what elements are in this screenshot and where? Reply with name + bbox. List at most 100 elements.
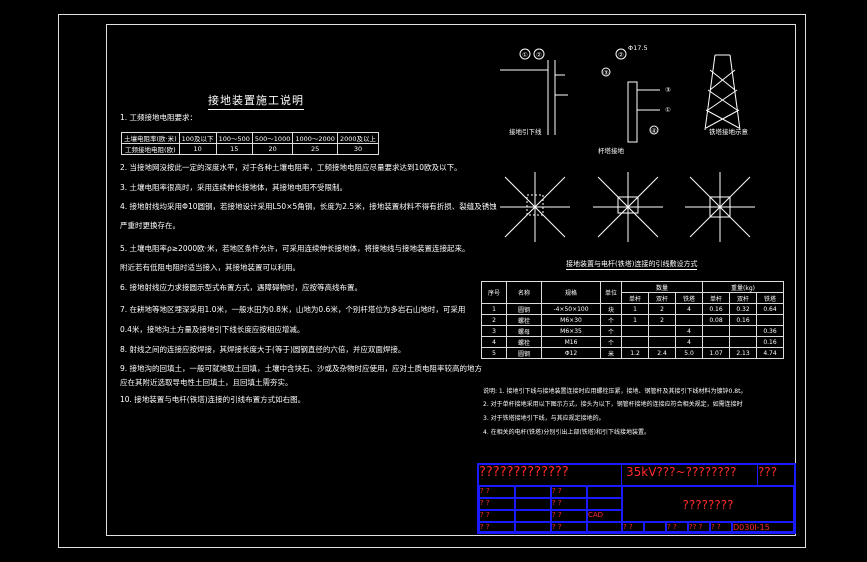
sign-label: ? ?	[479, 486, 515, 498]
company-name: ?????????????	[479, 465, 622, 486]
table-cell	[729, 336, 757, 348]
sign-blank	[515, 522, 551, 532]
fig-mark-7: ③	[665, 86, 671, 94]
drawing-number: D030I-15	[732, 522, 794, 532]
table-cell: 4	[481, 336, 507, 348]
tower-figure	[704, 54, 741, 131]
table-cell: 0.64	[756, 303, 784, 315]
table-cell	[621, 325, 649, 337]
table-cell: M6×30	[541, 314, 601, 326]
table-cell	[702, 325, 730, 337]
fig-mark-1: ①	[522, 51, 528, 59]
fig-mark-5: Φ17.5	[628, 44, 648, 52]
table-cell: 0.08	[702, 314, 730, 326]
table-cell: -4×50×100	[541, 303, 601, 315]
fig-mark-6: ②	[618, 51, 624, 59]
sign-blank	[515, 486, 551, 498]
table-cell: 米	[600, 347, 622, 359]
fig-mark-8: ①	[665, 106, 671, 114]
drawing-name: ????????	[622, 486, 794, 522]
table-cell: 1.07	[702, 347, 730, 359]
table-cell	[756, 314, 784, 326]
table-cell: 4	[675, 336, 703, 348]
table-cell: 2	[648, 303, 676, 315]
table-header: 双杆	[729, 292, 757, 304]
table-header: 单杆	[702, 292, 730, 304]
sign-blank	[515, 510, 551, 522]
fig-label-1: 接地引下线	[509, 128, 542, 136]
sign-blank	[587, 486, 622, 498]
table-cell: 4	[675, 303, 703, 315]
table-cell: 螺母	[506, 325, 542, 337]
sign-blank	[587, 498, 622, 510]
bottom-cell: ? ?	[710, 522, 732, 532]
table-header: 序号	[481, 281, 507, 304]
project-suffix: ???	[757, 465, 794, 486]
table-header: 单杆	[621, 292, 649, 304]
table-cell: 螺栓	[506, 336, 542, 348]
fig-label-3: 铁塔接地示意	[709, 128, 748, 136]
table-cell: 0.32	[729, 303, 757, 315]
table-cell: 1	[621, 303, 649, 315]
scale-cell	[644, 522, 666, 532]
table-row: 4 螺栓 M16 个 4 0.16	[481, 336, 784, 348]
materials-table: 序号 名称 规格 单位 数量 重量(kg) 单杆 双杆 铁塔 单杆 双杆 铁塔 …	[481, 281, 784, 359]
table-header: 铁塔	[675, 292, 703, 304]
table-cell: 圆钢	[506, 303, 542, 315]
table-row: 2 螺栓 M6×30 个 1 2 0.08 0.16	[481, 314, 784, 326]
table-row: 序号 名称 规格 单位 数量 重量(kg)	[481, 281, 784, 304]
sign-label: ? ?	[551, 522, 587, 532]
table-cell: 5	[481, 347, 507, 359]
table-cell	[729, 325, 757, 337]
table-row: 3 螺母 M6×35 个 4 0.36	[481, 325, 784, 337]
table-cell: 1	[621, 314, 649, 326]
table-cell	[648, 325, 676, 337]
fig-label-2: 杆塔接地	[598, 147, 624, 155]
project-name: 35kV???~????????	[622, 465, 757, 486]
table-header: 名称	[506, 281, 542, 304]
table-cell: 2	[481, 314, 507, 326]
bottom-cell: ? ?	[666, 522, 688, 532]
table-header: 铁塔	[756, 292, 784, 304]
table-cell: 0.16	[702, 303, 730, 315]
table-cell: 螺栓	[506, 314, 542, 326]
sign-label: ? ?	[479, 498, 515, 510]
table-cell	[702, 336, 730, 348]
cad-label: CAD	[587, 510, 622, 522]
table-cell: 个	[600, 325, 622, 337]
table-cell: 个	[600, 314, 622, 326]
table-cell: M6×35	[541, 325, 601, 337]
fig-mark-2: ②	[536, 51, 542, 59]
table-cell: 1.2	[621, 347, 649, 359]
table-cell: 3	[481, 325, 507, 337]
table-note-3: 3. 对于铁塔接地引下线，与其应规定接地的。	[483, 415, 605, 422]
sign-label: ? ?	[479, 510, 515, 522]
table-note-2: 2. 对于单杆接地采用以下图示方式，接头为以下，钢管杆接地的连接应符合相关规定，…	[483, 401, 743, 408]
bottom-cell: ?? ?	[688, 522, 710, 532]
table-cell: 2	[648, 314, 676, 326]
title-block: ????????????? 35kV???~???????? ??? ? ? ?…	[477, 463, 796, 534]
table-cell: 0.16	[729, 314, 757, 326]
fig-mark-4: ④	[651, 127, 657, 135]
table-header: 单位	[600, 281, 622, 304]
table-cell: 0.16	[756, 336, 784, 348]
plan-view-3	[685, 172, 755, 242]
table-cell	[675, 314, 703, 326]
sign-label: ? ?	[551, 486, 587, 498]
single-pole-figure	[500, 48, 568, 135]
table-cell: 圆钢	[506, 347, 542, 359]
table-cell: 2.4	[648, 347, 676, 359]
table-cell: 1	[481, 303, 507, 315]
sign-label: ? ?	[551, 498, 587, 510]
table-cell: 2.13	[729, 347, 757, 359]
table-cell: 块	[600, 303, 622, 315]
table-cell: Φ12	[541, 347, 601, 359]
sign-blank	[587, 522, 622, 532]
table-header: 双杆	[648, 292, 676, 304]
table-cell	[621, 336, 649, 348]
table-row: 5 圆钢 Φ12 米 1.2 2.4 5.0 1.07 2.13 4.74	[481, 347, 784, 359]
sign-blank	[515, 498, 551, 510]
table-cell: 5.0	[675, 347, 703, 359]
sign-label: ? ?	[479, 522, 515, 532]
bottom-cell: ? ?	[622, 522, 644, 532]
